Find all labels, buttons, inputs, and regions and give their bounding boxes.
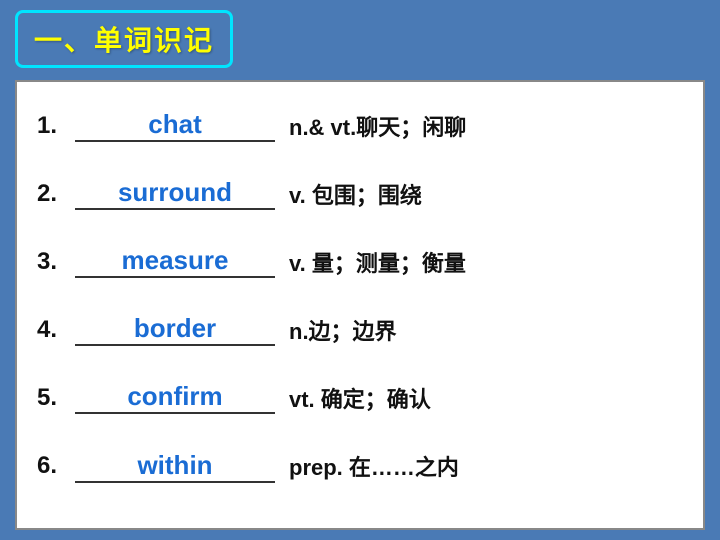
word-slot: chat [75, 109, 275, 142]
vocab-number: 5. [37, 384, 69, 412]
title-box: 一、单词识记 [15, 10, 233, 68]
vocab-row: 6. within prep. 在……之内 [37, 432, 683, 500]
vocab-card: 1. chat n.& vt.聊天；闲聊 2. surround v. 包围；围绕 3. me… [15, 80, 705, 530]
page-title: 一、单词识记 [34, 25, 214, 56]
definition: v. 包围；围绕 [289, 178, 422, 210]
definition: v. 量；测量；衡量 [289, 246, 466, 278]
word-slot: surround [75, 177, 275, 210]
definition: n.& vt.聊天；闲聊 [289, 110, 466, 142]
vocab-row: 2. surround v. 包围；围绕 [37, 160, 683, 228]
vocab-row: 1. chat n.& vt.聊天；闲聊 [37, 92, 683, 160]
vocab-number: 1. [37, 112, 69, 140]
word-text: chat [144, 109, 205, 140]
definition: n.边；边界 [289, 314, 397, 346]
word-text: surround [114, 177, 236, 208]
word-slot: measure [75, 245, 275, 278]
word-slot: confirm [75, 381, 275, 414]
word-slot: border [75, 313, 275, 346]
definition: vt. 确定；确认 [289, 382, 431, 414]
definition: prep. 在……之内 [289, 450, 459, 482]
word-text: confirm [123, 381, 226, 412]
word-text: border [130, 313, 220, 344]
word-slot: within [75, 450, 275, 483]
word-text: within [133, 450, 216, 481]
vocab-row: 5. confirm vt. 确定；确认 [37, 364, 683, 432]
vocab-number: 4. [37, 316, 69, 344]
vocab-row: 3. measure v. 量；测量；衡量 [37, 228, 683, 296]
vocab-number: 3. [37, 248, 69, 276]
vocab-number: 2. [37, 180, 69, 208]
word-text: measure [118, 245, 233, 276]
vocab-row: 4. border n.边；边界 [37, 296, 683, 364]
vocab-number: 6. [37, 452, 69, 480]
